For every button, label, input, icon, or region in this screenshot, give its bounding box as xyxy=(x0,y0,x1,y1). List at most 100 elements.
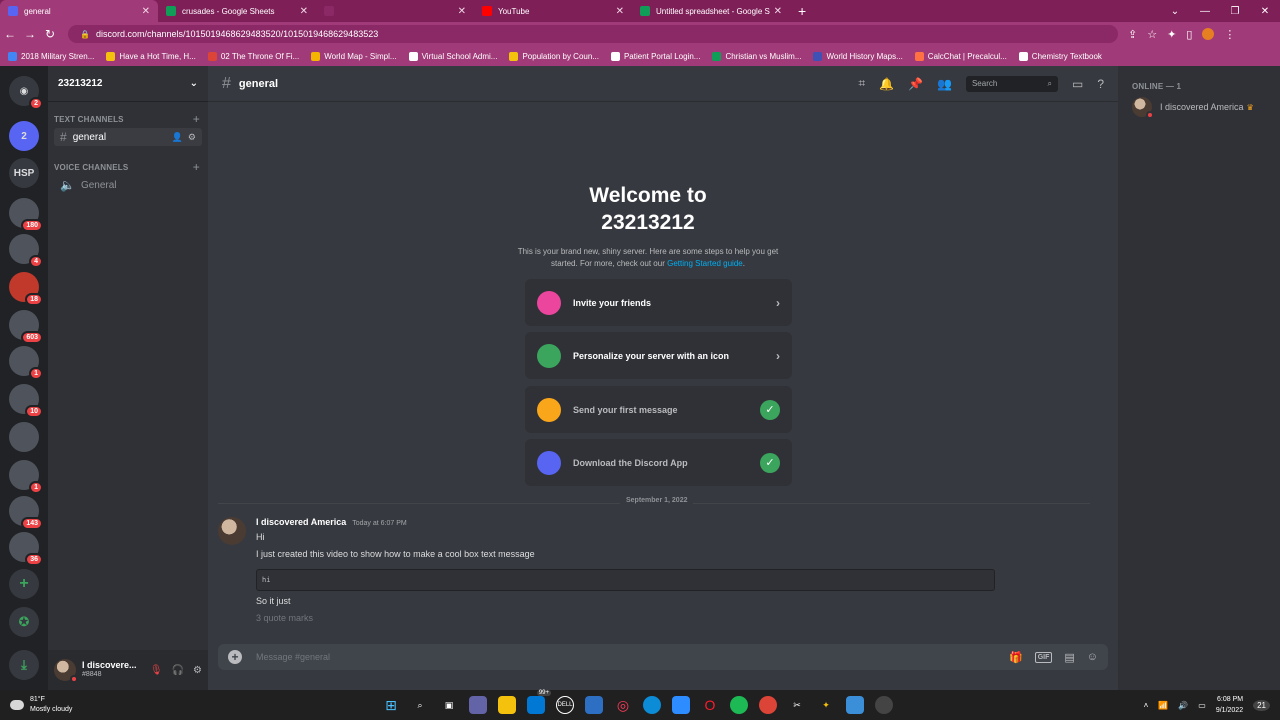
add-attachment-button[interactable]: + xyxy=(228,650,242,664)
server-folder[interactable] xyxy=(9,422,39,452)
extensions-icon[interactable]: ✦ xyxy=(1167,28,1176,41)
server-folder[interactable]: 10 xyxy=(9,384,43,418)
mute-icon[interactable]: 🎙 xyxy=(150,665,163,676)
server-icon[interactable]: 18 xyxy=(9,272,43,306)
bookmark[interactable]: Population by Coun... xyxy=(509,51,599,61)
message-author[interactable]: I discovered America xyxy=(256,517,346,527)
chat-icon[interactable] xyxy=(469,696,487,714)
opera-gx-icon[interactable]: ◎ xyxy=(614,696,632,714)
pin-app-icon[interactable]: ✦ xyxy=(817,696,835,714)
menu-icon[interactable]: ⋮ xyxy=(1224,28,1235,41)
bookmark[interactable]: Chemistry Textbook xyxy=(1018,51,1102,61)
tab-youtube[interactable]: YouTube ✕ xyxy=(474,0,632,22)
forward-icon[interactable]: → xyxy=(20,27,40,41)
server-folder[interactable]: 4 xyxy=(9,234,43,268)
getting-started-link[interactable]: Getting Started guide xyxy=(667,259,743,268)
search-input[interactable]: Search ⌕ xyxy=(965,75,1058,92)
back-icon[interactable]: ← xyxy=(0,27,20,41)
task-view-icon[interactable]: ▣ xyxy=(440,696,458,714)
inbox-icon[interactable]: ▭ xyxy=(1072,77,1083,91)
server-folder[interactable]: 143 xyxy=(9,496,43,530)
bookmark[interactable]: Have a Hot Time, H... xyxy=(106,51,196,61)
notepad-icon[interactable] xyxy=(846,696,864,714)
emoji-icon[interactable]: ☺ xyxy=(1087,651,1098,663)
download-app-card[interactable]: Download the Discord App ✓ xyxy=(525,439,792,486)
close-tab-icon[interactable]: ✕ xyxy=(300,6,308,17)
pin-icon[interactable]: 📌 xyxy=(908,77,923,91)
edge-icon[interactable] xyxy=(643,696,661,714)
invite-icon[interactable]: 👤 xyxy=(172,132,183,143)
close-tab-icon[interactable]: ✕ xyxy=(142,6,150,17)
help-icon[interactable]: ? xyxy=(1097,77,1104,91)
invite-friends-card[interactable]: Invite your friends › xyxy=(525,279,792,326)
create-channel-icon[interactable]: + xyxy=(193,112,200,126)
server-folder[interactable]: 180 xyxy=(9,198,43,232)
server-folder[interactable]: 1 xyxy=(9,346,43,380)
snipping-tool-icon[interactable]: ✂ xyxy=(788,696,806,714)
category-text-channels[interactable]: TEXT CHANNELS + xyxy=(48,112,208,126)
personalize-server-card[interactable]: Personalize your server with an icon › xyxy=(525,332,792,379)
mail-icon[interactable]: 99+ xyxy=(527,690,551,714)
server-icon[interactable]: HSP xyxy=(9,158,39,188)
bookmark[interactable]: 2018 Military Stren... xyxy=(8,51,94,61)
share-icon[interactable]: ⇪ xyxy=(1128,28,1137,41)
server-folder[interactable]: 36 xyxy=(9,532,43,566)
message-input[interactable]: Message #general xyxy=(256,652,330,662)
tab-untitled-spreadsheet[interactable]: Untitled spreadsheet - Google Sh ✕ xyxy=(632,0,790,22)
bookmark[interactable]: World Map - Simpl... xyxy=(311,51,397,61)
bookmark[interactable]: CalcChat | Precalcul... xyxy=(914,51,1007,61)
calculator-icon[interactable] xyxy=(585,696,603,714)
gear-icon[interactable]: ⚙ xyxy=(193,665,202,676)
home-button[interactable]: ◉ 2 xyxy=(9,76,43,110)
address-input[interactable]: 🔒 discord.com/channels/10150194686294835… xyxy=(68,25,1118,43)
channel-general[interactable]: # general 👤 ⚙ xyxy=(54,128,202,146)
threads-icon[interactable]: ⌗ xyxy=(858,76,865,91)
bookmark[interactable]: World History Maps... xyxy=(813,51,903,61)
notification-icon[interactable]: 21 xyxy=(1253,699,1270,711)
server-header[interactable]: 23213212 ⌄ xyxy=(48,66,208,102)
member-item[interactable]: I discovered America ♛ xyxy=(1132,97,1266,119)
server-folder[interactable]: 1 xyxy=(9,460,43,494)
chevron-up-icon[interactable]: ˄ xyxy=(1144,701,1149,710)
tab-crusades[interactable]: crusades - Google Sheets ✕ xyxy=(158,0,316,22)
avatar[interactable] xyxy=(54,659,78,683)
gif-button[interactable]: GIF xyxy=(1034,651,1053,663)
search-icon[interactable]: ⌕ xyxy=(411,696,429,714)
gear-icon[interactable]: ⚙ xyxy=(188,132,196,143)
reload-icon[interactable]: ↻ xyxy=(40,27,60,41)
gift-icon[interactable]: 🎁 xyxy=(1009,651,1023,664)
server-icon[interactable]: 2 xyxy=(9,121,39,151)
spotify-icon[interactable] xyxy=(730,696,748,714)
opera-icon[interactable]: O xyxy=(701,696,719,714)
server-folder[interactable]: 603 xyxy=(9,310,43,344)
volume-icon[interactable]: 🔊 xyxy=(1178,701,1188,710)
windows-start-icon[interactable]: ⊞ xyxy=(382,696,400,714)
headphones-icon[interactable]: 🎧 xyxy=(172,665,184,676)
tab-general[interactable]: general ✕ xyxy=(0,0,158,22)
minimize-icon[interactable]: — xyxy=(1190,6,1220,17)
sidebar-icon[interactable]: ▯ xyxy=(1186,28,1192,41)
voice-channel-general[interactable]: 🔈 General xyxy=(54,176,202,194)
category-voice-channels[interactable]: VOICE CHANNELS + xyxy=(48,160,208,174)
file-explorer-icon[interactable] xyxy=(498,696,516,714)
bookmark[interactable]: Patient Portal Login... xyxy=(610,51,700,61)
close-tab-icon[interactable]: ✕ xyxy=(774,6,782,17)
user-info[interactable]: I discovere... #8848 xyxy=(82,661,136,679)
bookmark[interactable]: 02 The Throne Of Fi... xyxy=(207,51,299,61)
create-channel-icon[interactable]: + xyxy=(193,160,200,174)
new-tab-button[interactable]: + xyxy=(790,3,814,19)
weather-widget[interactable]: 81°F Mostly cloudy xyxy=(10,695,72,715)
clock[interactable]: 6:08 PM 9/1/2022 xyxy=(1216,694,1243,716)
wifi-icon[interactable]: 📶 xyxy=(1158,701,1168,710)
explore-servers-button[interactable]: ✪ xyxy=(9,607,39,637)
sticker-icon[interactable]: ▤ xyxy=(1064,651,1074,664)
send-first-message-card[interactable]: Send your first message ✓ xyxy=(525,386,792,433)
close-tab-icon[interactable]: ✕ xyxy=(458,6,466,17)
dell-icon[interactable]: DELL xyxy=(556,696,574,714)
profile-icon[interactable] xyxy=(1202,28,1215,40)
app-icon[interactable] xyxy=(875,696,893,714)
close-window-icon[interactable]: ✕ xyxy=(1250,6,1280,17)
battery-icon[interactable]: ▭ xyxy=(1198,701,1206,710)
members-icon[interactable]: 👥 xyxy=(937,77,952,91)
close-tab-icon[interactable]: ✕ xyxy=(616,6,624,17)
